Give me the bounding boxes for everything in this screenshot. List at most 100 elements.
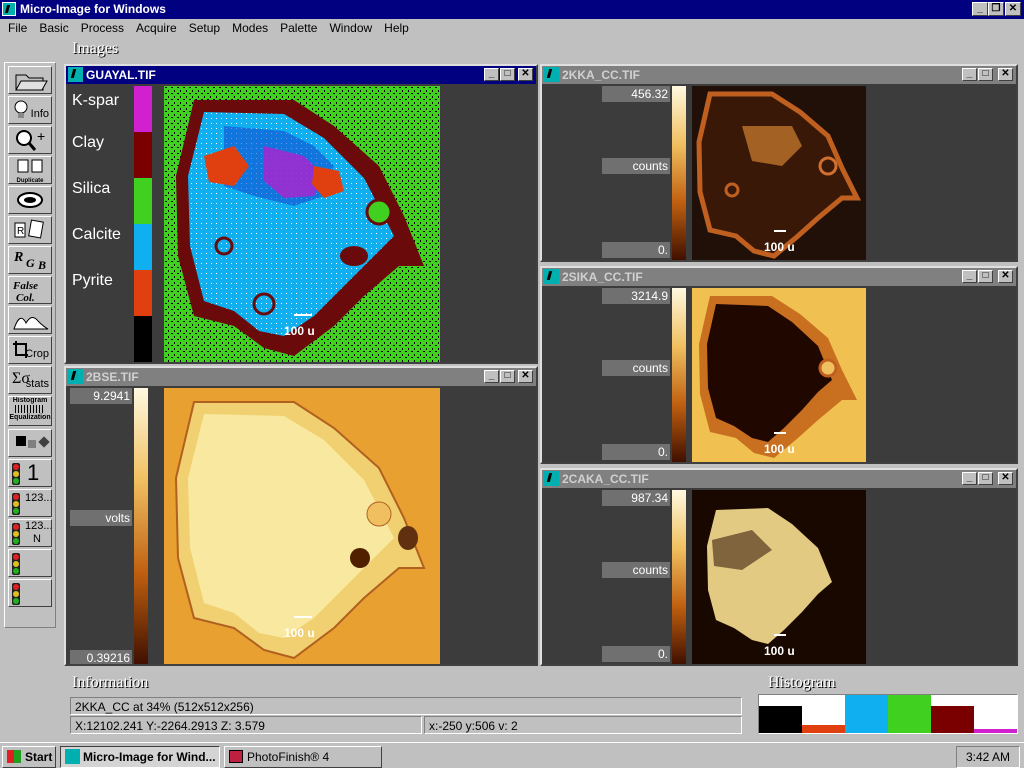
sika-window[interactable]: 2SIKA_CC.TIF _ □ ✕ 3214.9 counts 0. 100 … bbox=[540, 266, 1018, 464]
zoom-button[interactable]: + bbox=[8, 126, 52, 154]
scale-bar bbox=[774, 230, 786, 232]
guayal-window[interactable]: GUAYAL.TIF _ □ ✕ K-spar Clay Silica Calc… bbox=[64, 64, 538, 364]
kka-window[interactable]: 2KKA_CC.TIF _ □ ✕ 456.32 counts 0. 100 u bbox=[540, 64, 1018, 262]
close-button[interactable]: ✕ bbox=[998, 270, 1013, 283]
bse-image[interactable]: 100 u bbox=[164, 388, 440, 664]
mask-button[interactable] bbox=[8, 186, 52, 214]
taskbar-item-photofinish[interactable]: PhotoFinish® 4 bbox=[224, 746, 382, 768]
tl3-n-label: N bbox=[33, 533, 41, 545]
legend-swatch-1 bbox=[134, 132, 152, 178]
maximize-button[interactable]: □ bbox=[978, 472, 993, 485]
minimize-button[interactable]: _ bbox=[484, 68, 499, 81]
scale-min: 0. bbox=[602, 444, 670, 460]
menu-modes[interactable]: Modes bbox=[226, 19, 274, 39]
menu-process[interactable]: Process bbox=[75, 19, 130, 39]
scale-min: 0. bbox=[602, 646, 670, 662]
stats-button[interactable]: Σσ stats bbox=[8, 366, 52, 394]
menu-basic[interactable]: Basic bbox=[33, 19, 74, 39]
false-color-button[interactable]: False Col. bbox=[8, 276, 52, 304]
register-button[interactable]: R bbox=[8, 216, 52, 244]
scale-label: 100 u bbox=[764, 644, 795, 658]
app-icon[interactable] bbox=[2, 2, 16, 16]
bse-body: 9.2941 volts 0.39216 100 u bbox=[66, 386, 536, 664]
legend-label-1: Clay bbox=[72, 134, 105, 151]
traffic-light-3-button[interactable]: 123... N bbox=[8, 519, 52, 547]
sika-image[interactable]: 100 u bbox=[692, 288, 866, 462]
maximize-button[interactable]: □ bbox=[500, 68, 515, 81]
start-button[interactable]: Start bbox=[2, 746, 56, 768]
bse-window[interactable]: 2BSE.TIF _ □ ✕ 9.2941 volts 0.39216 100 … bbox=[64, 366, 538, 666]
phase-map-image[interactable]: 100 u bbox=[164, 86, 440, 362]
maximize-button[interactable]: □ bbox=[500, 370, 515, 383]
menu-palette[interactable]: Palette bbox=[274, 19, 323, 39]
close-button[interactable]: ✕ bbox=[998, 472, 1013, 485]
guayal-titlebar[interactable]: GUAYAL.TIF _ □ ✕ bbox=[66, 66, 536, 84]
scale-label: 100 u bbox=[284, 626, 315, 640]
register-icon: R bbox=[14, 219, 44, 239]
taskbar-item-microimage[interactable]: Micro-Image for Wind... bbox=[60, 746, 220, 768]
window-icon bbox=[544, 67, 559, 82]
sika-title: 2SIKA_CC.TIF bbox=[562, 270, 643, 284]
menu-window[interactable]: Window bbox=[323, 19, 378, 39]
scale-bar bbox=[774, 432, 786, 434]
app-titlebar: Micro-Image for Windows _ ❐ ✕ bbox=[0, 0, 1024, 19]
profile-button[interactable] bbox=[8, 306, 52, 334]
scale-unit: counts bbox=[602, 158, 670, 174]
histogram-panel[interactable] bbox=[758, 694, 1018, 734]
maximize-button[interactable]: □ bbox=[978, 68, 993, 81]
tl2-label: 123... bbox=[25, 492, 52, 504]
color-ramp bbox=[672, 86, 686, 260]
caka-window[interactable]: 2CAKA_CC.TIF _ □ ✕ 987.34 counts 0. 100 … bbox=[540, 468, 1018, 666]
scale-label: 100 u bbox=[764, 240, 795, 254]
sika-titlebar[interactable]: 2SIKA_CC.TIF _ □ ✕ bbox=[542, 268, 1016, 286]
legend-swatch-2 bbox=[134, 178, 152, 224]
menu-acquire[interactable]: Acquire bbox=[130, 19, 183, 39]
duplicate-button[interactable]: Duplicate bbox=[8, 156, 52, 184]
traffic-light-5-button[interactable] bbox=[8, 579, 52, 607]
shapes-button[interactable] bbox=[8, 429, 52, 457]
duplicate-icon bbox=[17, 159, 43, 173]
svg-text:G: G bbox=[26, 256, 35, 270]
scale-label: 100 u bbox=[284, 324, 315, 338]
kka-titlebar[interactable]: 2KKA_CC.TIF _ □ ✕ bbox=[542, 66, 1016, 84]
close-button[interactable]: ✕ bbox=[518, 370, 533, 383]
legend-swatch-3 bbox=[134, 224, 152, 270]
info-button[interactable]: Info bbox=[8, 96, 52, 124]
minimize-button[interactable]: _ bbox=[972, 2, 988, 16]
minimize-button[interactable]: _ bbox=[484, 370, 499, 383]
minimize-button[interactable]: _ bbox=[962, 472, 977, 485]
menu-file[interactable]: File bbox=[2, 19, 33, 39]
windows-logo-icon bbox=[7, 750, 21, 763]
crop-button[interactable]: Crop bbox=[8, 336, 52, 364]
kka-image[interactable]: 100 u bbox=[692, 86, 866, 260]
close-button[interactable]: ✕ bbox=[1005, 2, 1021, 16]
color-ramp bbox=[672, 288, 686, 462]
scale-max: 9.2941 bbox=[70, 388, 132, 404]
maximize-button[interactable]: □ bbox=[978, 270, 993, 283]
close-button[interactable]: ✕ bbox=[998, 68, 1013, 81]
histogram-equalization-button[interactable]: Histogram Equalization bbox=[8, 396, 52, 426]
traffic-light-1-button[interactable]: 1 bbox=[8, 459, 52, 487]
equalization-label: Equalization bbox=[9, 414, 51, 421]
svg-text:R: R bbox=[13, 250, 23, 265]
minimize-button[interactable]: _ bbox=[962, 68, 977, 81]
menu-setup[interactable]: Setup bbox=[183, 19, 226, 39]
scale-max: 3214.9 bbox=[602, 288, 670, 304]
open-folder-button[interactable] bbox=[8, 66, 52, 94]
close-button[interactable]: ✕ bbox=[518, 68, 533, 81]
traffic-light-2-button[interactable]: 123... bbox=[8, 489, 52, 517]
scale-max: 456.32 bbox=[602, 86, 670, 102]
minimize-button[interactable]: _ bbox=[962, 270, 977, 283]
traffic-light-4-button[interactable] bbox=[8, 549, 52, 577]
svg-text:Col.: Col. bbox=[16, 292, 35, 303]
menu-help[interactable]: Help bbox=[378, 19, 415, 39]
folder-icon bbox=[15, 74, 48, 91]
caka-body: 987.34 counts 0. 100 u bbox=[542, 488, 1016, 664]
caka-titlebar[interactable]: 2CAKA_CC.TIF _ □ ✕ bbox=[542, 470, 1016, 488]
scale-bar bbox=[294, 314, 312, 316]
restore-button[interactable]: ❐ bbox=[988, 2, 1004, 16]
rgb-button[interactable]: RGB bbox=[8, 246, 52, 274]
photofinish-icon bbox=[229, 750, 243, 763]
caka-image[interactable]: 100 u bbox=[692, 490, 866, 664]
bse-titlebar[interactable]: 2BSE.TIF _ □ ✕ bbox=[66, 368, 536, 386]
